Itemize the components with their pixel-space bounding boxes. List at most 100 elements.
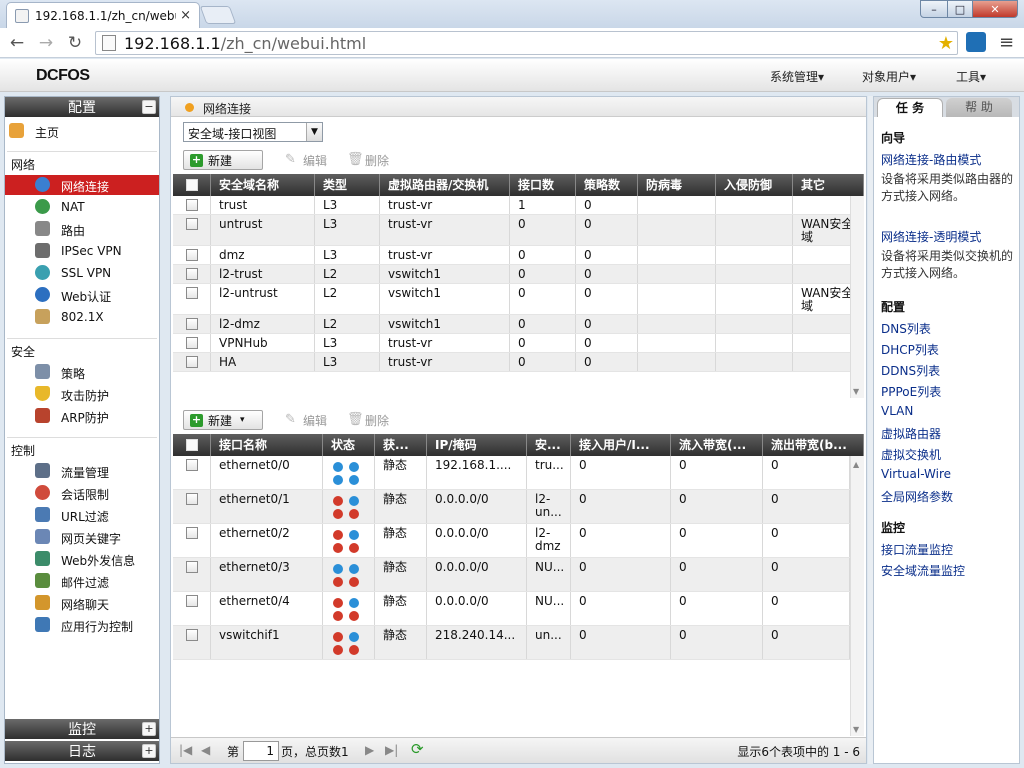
interface-new-button[interactable]: + 新建 ▾	[183, 410, 263, 430]
sidebar-item-network-connection[interactable]: 网络连接	[5, 175, 159, 195]
row-checkbox[interactable]	[186, 337, 198, 349]
table-row[interactable]: ethernet0/2 静态 0.0.0.0/0 l2-dmz 0 0 0	[173, 524, 850, 558]
tab-tasks[interactable]: 任 务	[877, 98, 943, 117]
config-link[interactable]: 虚拟交换机	[881, 446, 941, 463]
sidebar-item-web-outbound[interactable]: Web外发信息	[5, 549, 159, 569]
back-button[interactable]: ←	[6, 32, 28, 54]
sidebar-item-mail-filter[interactable]: 邮件过滤	[5, 571, 159, 591]
scroll-down-icon[interactable]: ▼	[853, 387, 859, 396]
sidebar-item-url-filter[interactable]: URL过滤	[5, 505, 159, 525]
config-panel-header[interactable]: 配置 −	[5, 97, 159, 117]
close-tab-icon[interactable]: ×	[180, 8, 191, 23]
link-transparent-mode[interactable]: 网络连接-透明模式	[881, 228, 981, 245]
extension-icon[interactable]	[966, 32, 986, 52]
scroll-up-icon[interactable]: ▲	[853, 460, 859, 469]
col-antivirus[interactable]: 防病毒	[638, 174, 716, 196]
expand-icon[interactable]: +	[142, 744, 156, 758]
select-all-checkbox[interactable]	[186, 179, 198, 191]
col-ip-mask[interactable]: IP/掩码	[427, 434, 527, 456]
browser-tab[interactable]: 192.168.1.1/zh_cn/webu ×	[6, 2, 200, 28]
interface-table-scrollbar[interactable]: ▲ ▼	[850, 456, 864, 736]
tab-help[interactable]: 帮 助	[946, 98, 1012, 117]
config-link[interactable]: 虚拟路由器	[881, 425, 941, 442]
config-link[interactable]: Virtual-Wire	[881, 467, 951, 481]
menu-object-users[interactable]: 对象用户▾	[862, 68, 916, 85]
sidebar-item-policy[interactable]: 策略	[5, 362, 159, 382]
first-page-icon[interactable]: |◀	[179, 743, 192, 757]
col-type[interactable]: 类型	[315, 174, 380, 196]
col-other[interactable]: 其它	[793, 174, 864, 196]
config-link[interactable]: PPPoE列表	[881, 383, 941, 400]
zone-delete-button[interactable]: 🗑 删除	[347, 150, 389, 170]
row-checkbox[interactable]	[186, 459, 198, 471]
config-link[interactable]: DNS列表	[881, 320, 931, 337]
menu-system-management[interactable]: 系统管理▾	[770, 68, 824, 85]
collapse-icon[interactable]: −	[142, 100, 156, 114]
sidebar-item-network-chat[interactable]: 网络聊天	[5, 593, 159, 613]
col-inbound-bw[interactable]: 流入带宽(...	[671, 434, 763, 456]
sidebar-item-routing[interactable]: 路由	[5, 219, 159, 239]
col-zone-name[interactable]: 安全域名称	[211, 174, 315, 196]
menu-tools[interactable]: 工具▾	[956, 68, 986, 85]
next-page-icon[interactable]: ▶	[365, 743, 374, 757]
close-window-button[interactable]: ✕	[972, 0, 1018, 18]
table-row[interactable]: l2-untrust L2 vswitch1 0 0 WAN安全域	[173, 284, 864, 315]
table-row[interactable]: ethernet0/0 静态 192.168.1.... tru... 0 0 0	[173, 456, 850, 490]
config-link[interactable]: 全局网络参数	[881, 488, 953, 505]
interface-delete-button[interactable]: 🗑 删除	[347, 410, 389, 430]
select-all-checkbox[interactable]	[186, 439, 198, 451]
config-link[interactable]: VLAN	[881, 404, 913, 418]
row-checkbox[interactable]	[186, 287, 198, 299]
scroll-down-icon[interactable]: ▼	[853, 725, 859, 734]
col-if-count[interactable]: 接口数	[510, 174, 576, 196]
col-policy-count[interactable]: 策略数	[576, 174, 638, 196]
refresh-icon[interactable]: ⟳	[411, 740, 424, 758]
maximize-window-button[interactable]: □	[947, 0, 973, 18]
prev-page-icon[interactable]: ◀	[201, 743, 210, 757]
row-checkbox[interactable]	[186, 199, 198, 211]
row-checkbox[interactable]	[186, 249, 198, 261]
sidebar-item-session-limit[interactable]: 会话限制	[5, 483, 159, 503]
sidebar-item-arp-protection[interactable]: ARP防护	[5, 406, 159, 426]
reload-button[interactable]: ↻	[64, 32, 86, 54]
monitor-link[interactable]: 接口流量监控	[881, 541, 953, 558]
col-ips[interactable]: 入侵防御	[716, 174, 793, 196]
zone-edit-button[interactable]: ✎ 编辑	[285, 150, 327, 170]
col-acquire[interactable]: 获...	[375, 434, 427, 456]
zone-table-scrollbar[interactable]: ▼	[850, 196, 864, 398]
forward-button[interactable]: →	[35, 32, 57, 54]
interface-edit-button[interactable]: ✎ 编辑	[285, 410, 327, 430]
sidebar-item-ipsec-vpn[interactable]: IPSec VPN	[5, 241, 159, 261]
config-link[interactable]: DHCP列表	[881, 341, 939, 358]
sidebar-item-app-behavior-control[interactable]: 应用行为控制	[5, 615, 159, 635]
sidebar-item-attack-protection[interactable]: 攻击防护	[5, 384, 159, 404]
table-row[interactable]: HA L3 trust-vr 0 0	[173, 353, 864, 372]
sidebar-item-traffic-management[interactable]: 流量管理	[5, 461, 159, 481]
table-row[interactable]: dmz L3 trust-vr 0 0	[173, 246, 864, 265]
row-checkbox[interactable]	[186, 595, 198, 607]
table-row[interactable]: ethernet0/4 静态 0.0.0.0/0 NU... 0 0 0	[173, 592, 850, 626]
config-link[interactable]: DDNS列表	[881, 362, 940, 379]
new-tab-button[interactable]	[199, 6, 237, 24]
col-access-users[interactable]: 接入用户/I...	[571, 434, 671, 456]
sidebar-item-web-keyword[interactable]: 网页关键字	[5, 527, 159, 547]
row-checkbox[interactable]	[186, 527, 198, 539]
browser-menu-icon[interactable]: ≡	[999, 32, 1014, 53]
col-zone[interactable]: 安...	[527, 434, 571, 456]
sidebar-item-8021x[interactable]: 802.1X	[5, 307, 159, 327]
col-interface-name[interactable]: 接口名称	[211, 434, 323, 456]
row-checkbox[interactable]	[186, 356, 198, 368]
log-panel-header[interactable]: 日志 +	[5, 741, 159, 761]
link-route-mode[interactable]: 网络连接-路由模式	[881, 151, 981, 168]
bookmark-star-icon[interactable]: ★	[938, 33, 954, 54]
sidebar-item-home[interactable]: 主页	[5, 121, 159, 141]
sidebar-item-ssl-vpn[interactable]: SSL VPN	[5, 263, 159, 283]
table-row[interactable]: ethernet0/1 静态 0.0.0.0/0 l2-un... 0 0 0	[173, 490, 850, 524]
table-row[interactable]: l2-dmz L2 vswitch1 0 0	[173, 315, 864, 334]
row-checkbox[interactable]	[186, 318, 198, 330]
minimize-window-button[interactable]: –	[920, 0, 948, 18]
page-number-input[interactable]: 1	[243, 741, 279, 761]
monitor-link[interactable]: 安全域流量监控	[881, 562, 965, 579]
row-checkbox[interactable]	[186, 218, 198, 230]
table-row[interactable]: ethernet0/3 静态 0.0.0.0/0 NU... 0 0 0	[173, 558, 850, 592]
